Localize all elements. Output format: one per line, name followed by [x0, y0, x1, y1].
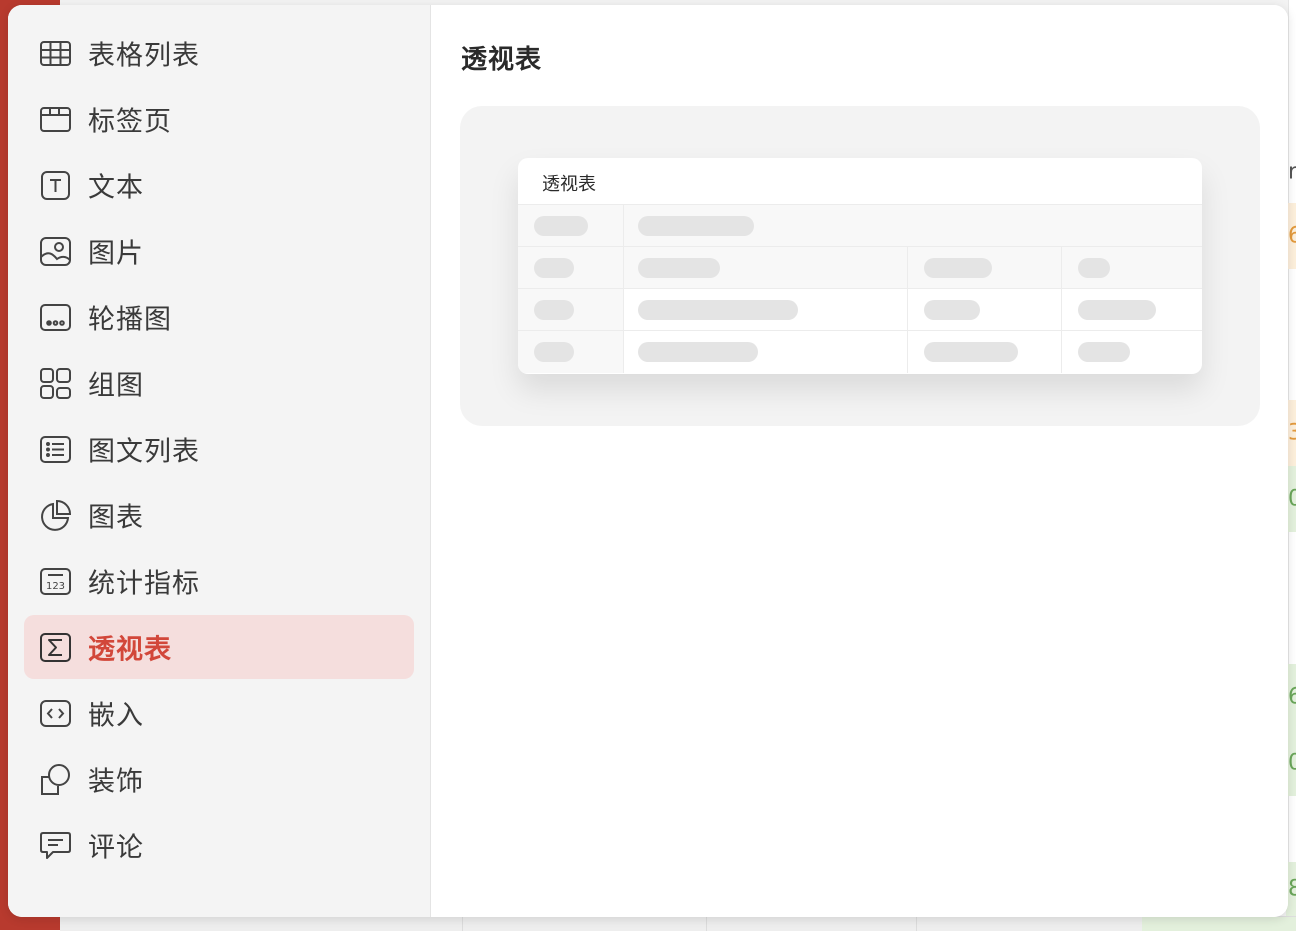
placeholder-pill [534, 216, 588, 236]
sidebar-item-gallery[interactable]: 组图 [24, 351, 414, 415]
placeholder-pill [924, 300, 980, 320]
text-icon [39, 169, 72, 202]
placeholder-pill [534, 300, 574, 320]
metric-icon: 123 [39, 565, 72, 598]
preview-column-divider [623, 205, 624, 247]
sidebar-item-label: 嵌入 [88, 700, 144, 732]
svg-text:123: 123 [46, 581, 65, 592]
background-cell [1142, 917, 1296, 931]
sidebar-item-label: 图片 [88, 238, 144, 270]
preview-column-divider [623, 331, 624, 373]
background-divider [916, 917, 917, 931]
sidebar-item-label: 轮播图 [88, 304, 172, 336]
component-sidebar: 表格列表 标签页 文本 图片 轮播图 组图 图文列表 图表 123 统计指标 透… [8, 5, 431, 917]
preview-column-divider [1061, 289, 1062, 331]
sidebar-item-label: 文本 [88, 172, 144, 204]
preview-area[interactable]: 透视表 [460, 106, 1260, 426]
preview-column-divider [907, 289, 908, 331]
placeholder-pill [1078, 300, 1156, 320]
background-divider [706, 917, 707, 931]
decoration-icon [39, 763, 72, 796]
sidebar-item-pivot-table[interactable]: 透视表 [24, 615, 414, 679]
sidebar-item-label: 评论 [88, 832, 144, 864]
preview-column-divider [907, 331, 908, 373]
sidebar-item-label: 标签页 [88, 106, 172, 138]
list-icon [39, 433, 72, 466]
component-picker-modal: 表格列表 标签页 文本 图片 轮播图 组图 图文列表 图表 123 统计指标 透… [8, 5, 1288, 917]
gallery-icon [39, 367, 72, 400]
placeholder-pill [638, 300, 798, 320]
sidebar-item-embed[interactable]: 嵌入 [24, 681, 414, 745]
background-divider [462, 917, 463, 931]
preview-table-row [518, 330, 1202, 373]
preview-table-row [518, 288, 1202, 331]
page-title: 透视表 [461, 45, 543, 75]
chart-icon [39, 499, 72, 532]
component-preview-panel: 透视表 透视表 [431, 5, 1288, 917]
background-bottom-row [60, 916, 1296, 931]
carousel-icon [39, 301, 72, 334]
sidebar-item-label: 表格列表 [88, 40, 200, 72]
placeholder-pill [924, 342, 1018, 362]
preview-column-divider [623, 289, 624, 331]
pivot-table-preview-card: 透视表 [518, 158, 1202, 374]
sigma-icon [39, 631, 72, 664]
comment-icon [39, 829, 72, 862]
preview-column-divider [1061, 247, 1062, 289]
tabs-icon [39, 103, 72, 136]
sidebar-item-decoration[interactable]: 装饰 [24, 747, 414, 811]
sidebar-item-statistics[interactable]: 123 统计指标 [24, 549, 414, 613]
sidebar-item-tabs[interactable]: 标签页 [24, 87, 414, 151]
placeholder-pill [534, 258, 574, 278]
placeholder-pill [638, 258, 720, 278]
preview-table-row [518, 204, 1202, 247]
image-icon [39, 235, 72, 268]
sidebar-item-label: 透视表 [88, 634, 172, 666]
sidebar-item-text[interactable]: 文本 [24, 153, 414, 217]
sidebar-item-image[interactable]: 图片 [24, 219, 414, 283]
sidebar-item-label: 图表 [88, 502, 144, 534]
preview-table-row [518, 246, 1202, 289]
sidebar-item-table-list[interactable]: 表格列表 [24, 21, 414, 85]
placeholder-pill [1078, 258, 1110, 278]
table-icon [39, 37, 72, 70]
preview-column-divider [1061, 331, 1062, 373]
sidebar-item-label: 组图 [88, 370, 144, 402]
preview-card-title: 透视表 [542, 174, 596, 195]
sidebar-item-image-text-list[interactable]: 图文列表 [24, 417, 414, 481]
preview-column-divider [623, 247, 624, 289]
sidebar-item-carousel[interactable]: 轮播图 [24, 285, 414, 349]
embed-icon [39, 697, 72, 730]
placeholder-pill [638, 216, 754, 236]
sidebar-item-label: 图文列表 [88, 436, 200, 468]
preview-column-divider [907, 247, 908, 289]
sidebar-item-chart[interactable]: 图表 [24, 483, 414, 547]
sidebar-item-comment[interactable]: 评论 [24, 813, 414, 877]
sidebar-item-label: 装饰 [88, 766, 144, 798]
placeholder-pill [534, 342, 574, 362]
placeholder-pill [638, 342, 758, 362]
sidebar-item-label: 统计指标 [88, 568, 200, 600]
placeholder-pill [924, 258, 992, 278]
placeholder-pill [1078, 342, 1130, 362]
